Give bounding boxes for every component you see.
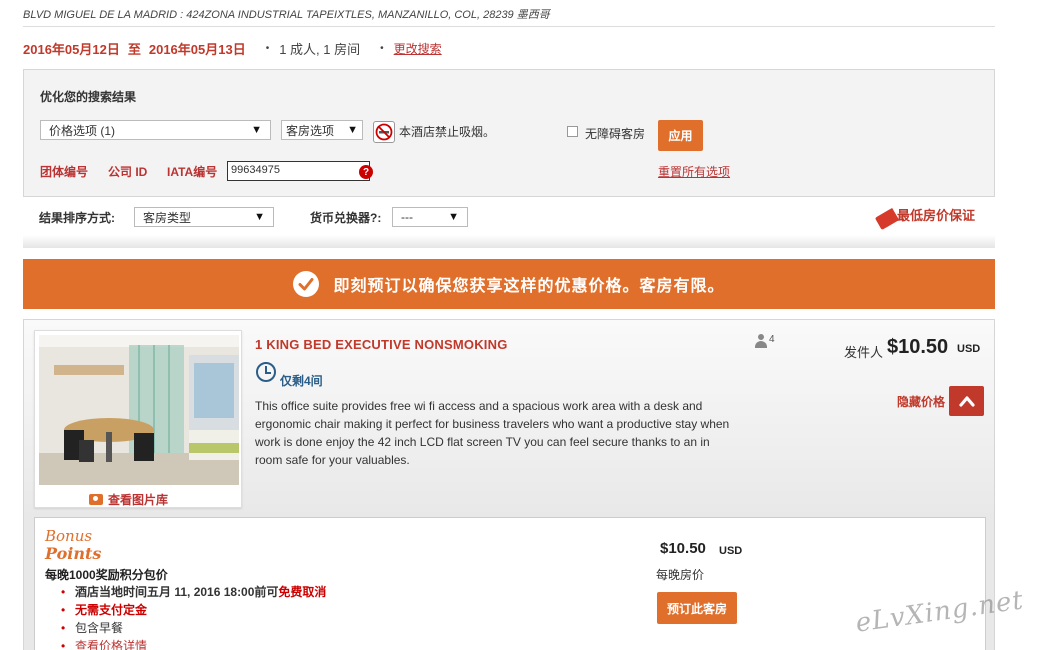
room-card: 查看图片库 1 KING BED EXECUTIVE NONSMOKING 仅剩…	[23, 319, 995, 650]
rate-panel: Bonus Points 每晚1000奖励积分包价 酒店当地时间五月 11, 2…	[34, 517, 986, 650]
currency-select[interactable]: --- ▼	[392, 207, 468, 227]
from-currency: USD	[957, 343, 981, 355]
rate-details-link[interactable]: 查看价格详情	[75, 639, 147, 650]
divider	[23, 26, 995, 27]
room-photo-frame: 查看图片库	[34, 330, 242, 508]
best-rate-guarantee-label: 最低房价保证	[897, 208, 976, 223]
best-rate-guarantee-link[interactable]: 最低房价保证	[874, 205, 976, 230]
dropdown-arrow-icon: ▼	[251, 124, 262, 136]
package-title: 每晚1000奖励积分包价	[45, 568, 168, 582]
group-code-link[interactable]: 团体编号	[40, 163, 88, 180]
rate-details: 查看价格详情	[57, 637, 326, 650]
cancellation-prefix: 酒店当地时间五月 11, 2016 18:00前可	[75, 585, 279, 599]
from-price: $10.50	[887, 336, 949, 358]
rate-price: $10.50	[660, 540, 706, 557]
iata-label: IATA编号	[167, 165, 218, 179]
max-occupancy: 4	[754, 334, 775, 348]
rooms-left: 仅剩4间	[280, 374, 323, 388]
stay-summary: 2016年05月12日 至 2016年05月13日 • 1 成人, 1 房间 •…	[23, 39, 442, 58]
checkmark-icon	[293, 271, 320, 297]
room-photo[interactable]	[39, 335, 239, 485]
rate-features: 酒店当地时间五月 11, 2016 18:00前可免费取消 无需支付定金 包含早…	[57, 583, 326, 650]
view-gallery-link[interactable]: 查看图片库	[89, 491, 168, 508]
breakfast-included: 包含早餐	[57, 619, 326, 637]
room-option-value: 客房选项	[286, 123, 335, 138]
deposit-policy: 无需支付定金	[57, 601, 326, 619]
accessible-room-checkbox[interactable]	[567, 126, 578, 137]
person-icon	[754, 334, 768, 348]
price-option-value: 价格选项 (1)	[49, 123, 116, 138]
date-separator: 至	[127, 42, 141, 57]
iata-input[interactable]: 99634975	[227, 161, 370, 181]
room-title[interactable]: 1 KING BED EXECUTIVE NONSMOKING	[255, 337, 508, 352]
dropdown-arrow-icon: ▼	[347, 124, 358, 136]
sort-label: 结果排序方式:	[39, 211, 115, 225]
price-tag-icon	[874, 207, 900, 230]
checkout-date: 2016年05月13日	[148, 42, 246, 57]
hide-price-label[interactable]: 隐藏价格	[897, 393, 945, 410]
bonus-logo-line1: Bonus	[45, 527, 93, 545]
dropdown-arrow-icon: ▼	[448, 211, 459, 223]
change-search-link[interactable]: 更改搜索	[394, 40, 442, 57]
checkin-date: 2016年05月12日	[23, 42, 120, 57]
sort-value: 客房类型	[143, 210, 192, 225]
dropdown-arrow-icon: ▼	[254, 211, 265, 223]
chevron-up-icon	[958, 396, 975, 407]
free-cancellation: 免费取消	[278, 585, 327, 599]
price-option-select[interactable]: 价格选项 (1) ▼	[40, 120, 271, 140]
bullet: •	[380, 43, 384, 54]
sort-select[interactable]: 客房类型 ▼	[134, 207, 274, 227]
apply-button[interactable]: 应用	[658, 120, 703, 151]
no-deposit: 无需支付定金	[75, 603, 148, 617]
reset-options-link[interactable]: 重置所有选项	[658, 163, 730, 180]
book-room-button[interactable]: 预订此客房	[657, 592, 737, 624]
breakfast-label: 包含早餐	[75, 621, 124, 635]
occupancy-count: 4	[769, 334, 775, 345]
room-option-select[interactable]: 客房选项 ▼	[281, 120, 363, 140]
refine-title: 优化您的搜索结果	[40, 90, 137, 104]
refine-search-panel: 优化您的搜索结果 价格选项 (1) ▼ 客房选项 ▼ 本酒店禁止吸烟。 无障碍客…	[23, 69, 995, 197]
promo-banner: 即刻预订以确保您获享这样的优惠价格。客房有限。	[23, 259, 995, 309]
bonus-logo-line2: Points	[45, 544, 102, 563]
help-icon[interactable]: ?	[359, 165, 373, 179]
bonus-points-logo: Bonus Points	[45, 527, 102, 563]
view-gallery-label: 查看图片库	[108, 493, 169, 507]
hotel-address: BLVD MIGUEL DE LA MADRID : 424ZONA INDUS…	[23, 9, 550, 21]
separator-bar	[23, 235, 995, 248]
collapse-button[interactable]	[949, 386, 984, 416]
promo-text: 即刻预订以确保您获享这样的优惠价格。客房有限。	[333, 278, 725, 295]
corporate-id-link[interactable]: 公司 ID	[108, 163, 147, 180]
cancellation-policy: 酒店当地时间五月 11, 2016 18:00前可免费取消	[57, 583, 326, 601]
clock-icon	[256, 362, 276, 382]
guest-summary: 1 成人, 1 房间	[279, 42, 361, 57]
from-label: 发件人	[844, 345, 884, 360]
currency-value: ---	[401, 210, 413, 224]
accessible-room-label: 无障碍客房	[585, 127, 646, 141]
camera-icon	[89, 494, 103, 505]
rate-currency: USD	[719, 545, 743, 557]
no-smoking-icon	[373, 121, 395, 143]
bullet: •	[265, 43, 270, 54]
per-night-label: 每晚房价	[656, 568, 705, 582]
no-smoking-label: 本酒店禁止吸烟。	[399, 125, 496, 139]
currency-converter-label: 货币兑换器?:	[310, 211, 382, 225]
room-description: This office suite provides free wi fi ac…	[255, 399, 730, 467]
